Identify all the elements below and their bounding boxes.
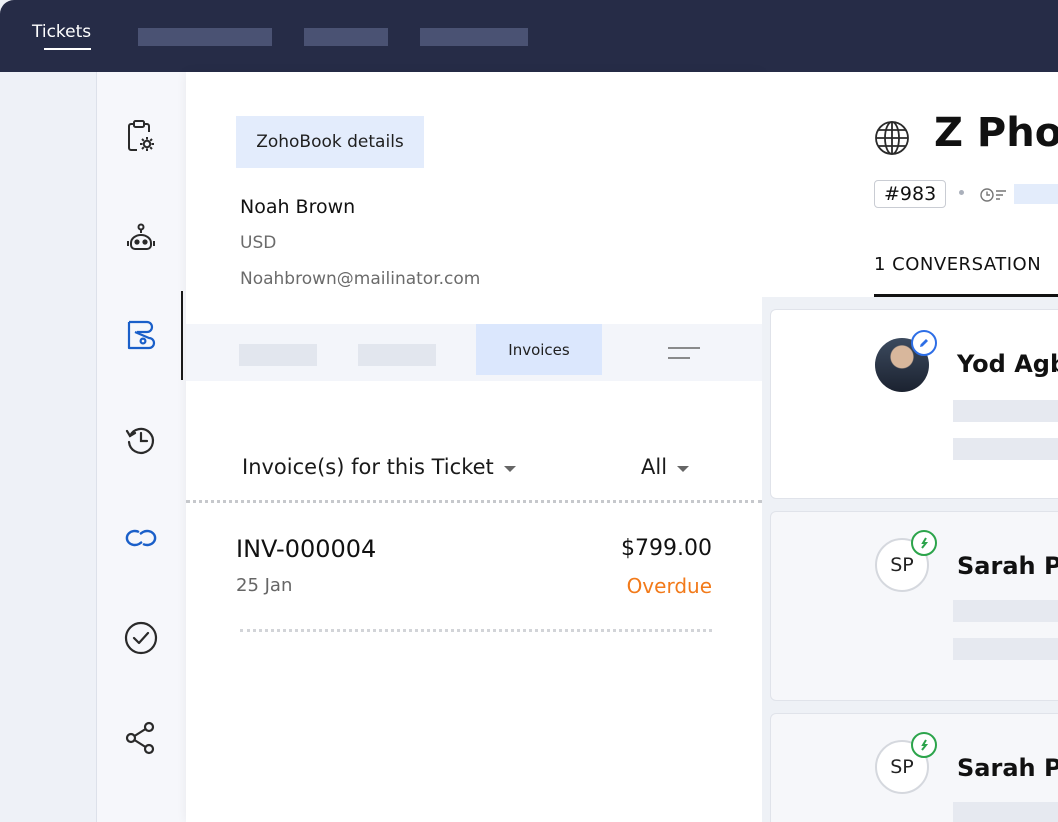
zohobook-details-button[interactable]: ZohoBook details: [236, 116, 424, 168]
invoice-filter-label: All: [641, 455, 668, 479]
incoming-icon: [911, 530, 937, 556]
panel-subtabs: Invoices: [186, 324, 762, 381]
share-icon[interactable]: [121, 718, 161, 758]
link-icon[interactable]: [121, 518, 161, 558]
nav-tab-placeholder[interactable]: [138, 28, 272, 46]
extension-rail: [96, 72, 186, 822]
subtab-placeholder[interactable]: [239, 344, 317, 366]
separator-dot: [959, 190, 964, 195]
chevron-down-icon: [503, 465, 516, 472]
message-line-placeholder: [953, 438, 1058, 460]
customer-email: Noahbrown@mailinator.com: [240, 269, 481, 289]
chevron-down-icon: [677, 465, 690, 472]
invoice-heading-dropdown[interactable]: Invoice(s) for this Ticket: [242, 455, 516, 479]
zohobooks-icon[interactable]: [121, 315, 161, 355]
tab-conversation[interactable]: 1 CONVERSATION: [874, 254, 1041, 275]
conversation-card[interactable]: SP Sarah Pa: [770, 713, 1058, 822]
divider: [240, 629, 712, 632]
zohobooks-panel: ZohoBook details Noah Brown USD Noahbrow…: [186, 72, 762, 822]
edit-icon: [911, 330, 937, 356]
divider: [186, 500, 762, 503]
invoice-amount: $799.00: [621, 536, 712, 561]
invoice-number[interactable]: INV-000004: [236, 535, 376, 563]
ticket-detail-view: Z Phon #983 1 CONVERSATION Yod Agb SP Sa…: [762, 72, 1058, 822]
message-line-placeholder: [953, 600, 1058, 622]
tab-invoices[interactable]: Invoices: [476, 324, 602, 375]
clock-sort-icon[interactable]: [980, 186, 1010, 204]
subtab-placeholder[interactable]: [358, 344, 436, 366]
sender-name: Sarah Pa: [957, 552, 1058, 580]
conversation-card[interactable]: Yod Agb: [770, 309, 1058, 499]
ticket-id-badge: #983: [874, 180, 947, 208]
ticket-title: Z Phon: [934, 110, 1058, 156]
invoice-filter-dropdown[interactable]: All: [641, 455, 690, 479]
sender-name: Sarah Pa: [957, 754, 1058, 782]
message-line-placeholder: [953, 638, 1058, 660]
menu-icon[interactable]: [666, 345, 702, 361]
nav-tab-placeholder[interactable]: [304, 28, 388, 46]
ticket-meta-placeholder: [1014, 184, 1058, 204]
check-circle-icon[interactable]: [121, 618, 161, 658]
active-tab-indicator: [44, 48, 91, 50]
customer-name: Noah Brown: [240, 196, 356, 218]
history-icon[interactable]: [121, 420, 161, 460]
clipboard-gear-icon[interactable]: [121, 116, 161, 156]
conversation-card[interactable]: SP Sarah Pa: [770, 511, 1058, 701]
nav-tab-placeholder[interactable]: [420, 28, 528, 46]
incoming-icon: [911, 732, 937, 758]
tab-tickets[interactable]: Tickets: [32, 22, 91, 42]
bot-icon[interactable]: [121, 219, 161, 259]
globe-icon: [875, 121, 909, 155]
conversation-list: Yod Agb SP Sarah Pa SP Sarah Pa: [762, 297, 1058, 822]
message-line-placeholder: [953, 802, 1058, 822]
invoice-date: 25 Jan: [236, 575, 293, 596]
invoice-status: Overdue: [626, 574, 712, 598]
customer-currency: USD: [240, 233, 277, 253]
message-line-placeholder: [953, 400, 1058, 422]
invoice-heading-label: Invoice(s) for this Ticket: [242, 455, 494, 479]
top-navigation-bar: Tickets: [0, 0, 1058, 72]
sender-name: Yod Agb: [957, 350, 1058, 378]
active-rail-indicator: [181, 291, 183, 380]
